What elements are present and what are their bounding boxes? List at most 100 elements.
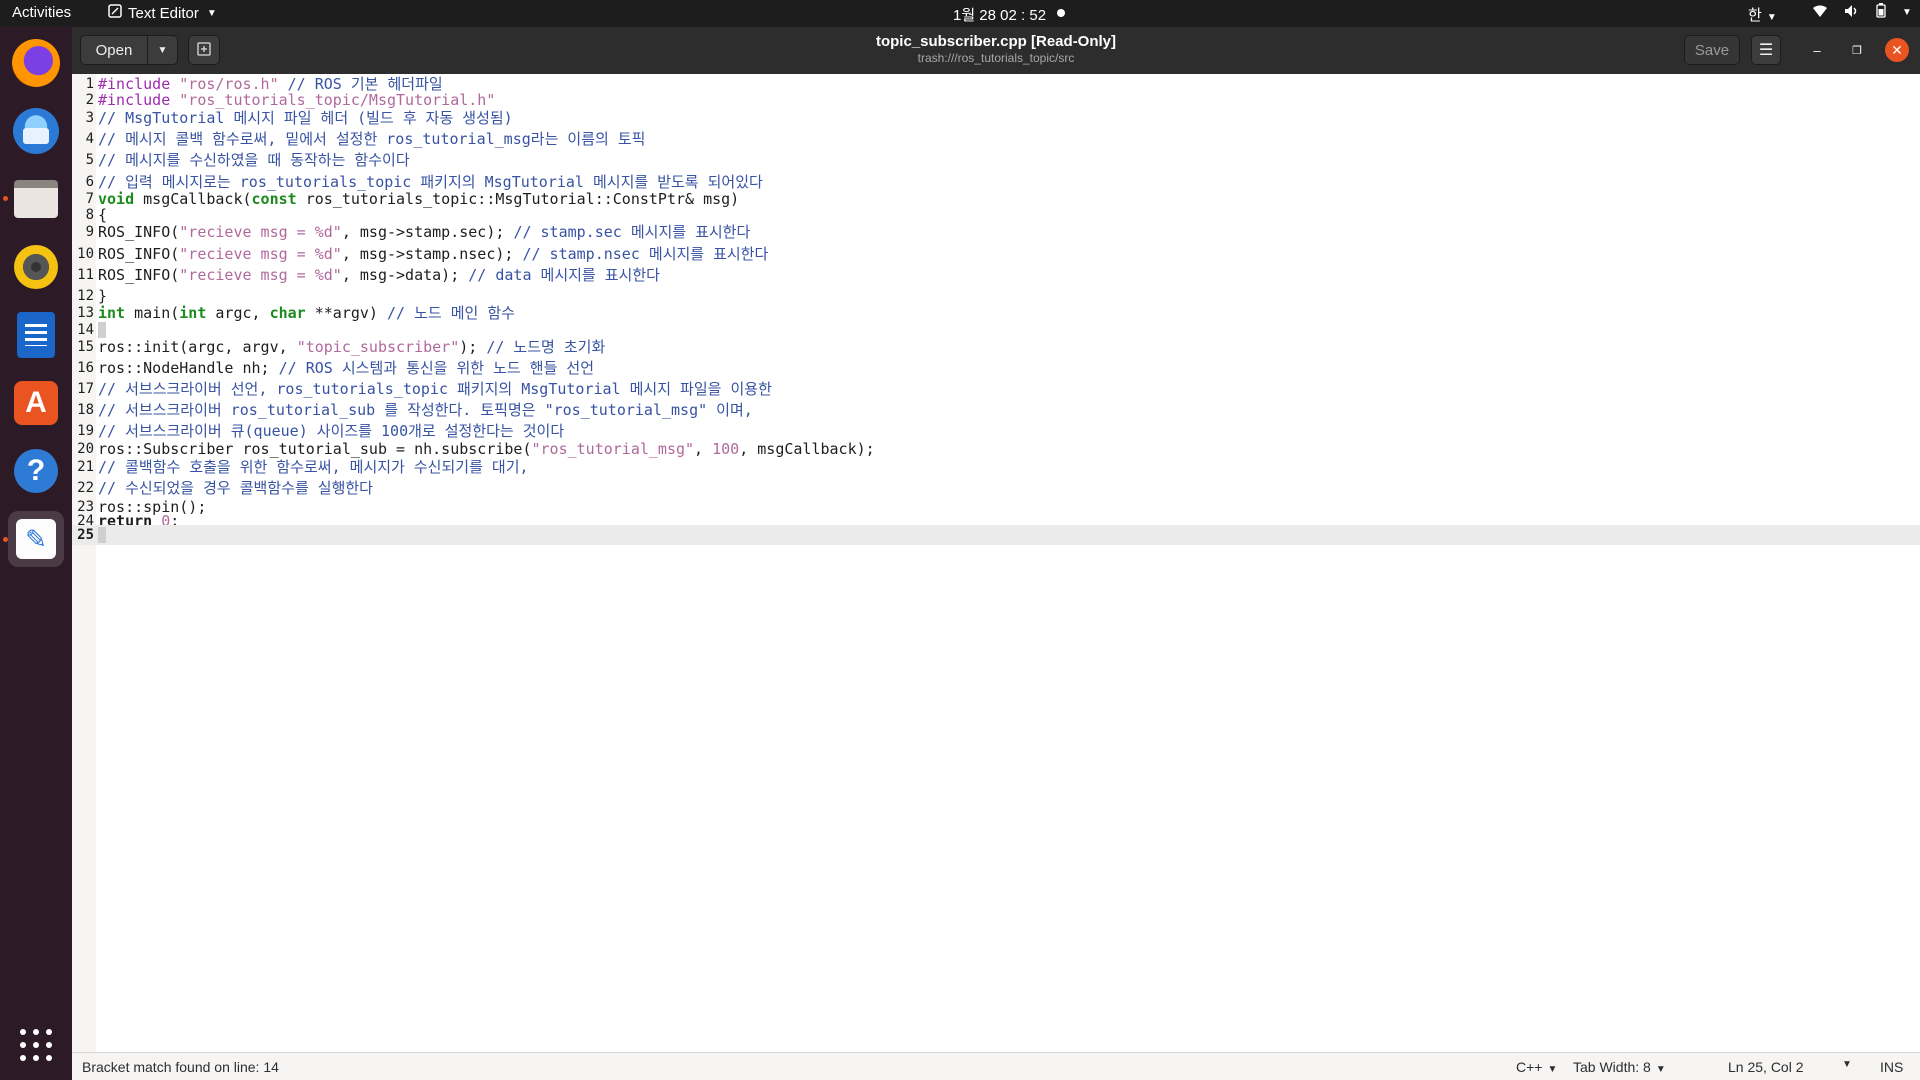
code-line[interactable]: 5// 메시지를 수신하였을 때 동작하는 함수이다: [72, 150, 1920, 170]
bracket-match-highlight: [98, 322, 106, 338]
line-number: 9: [85, 224, 94, 240]
chevron-down-icon: ▼: [1902, 6, 1912, 18]
battery-icon: [1876, 3, 1886, 21]
code-text: ros::init(argc, argv, "topic_subscriber"…: [98, 338, 606, 356]
code-line[interactable]: 10 ROS_INFO("recieve msg = %d", msg->stam…: [72, 244, 1920, 264]
code-text: // 서브스크라이버 큐(queue) 사이즈를 100개로 설정한다는 것이다: [98, 422, 565, 440]
line-number: 18: [77, 402, 94, 418]
code-line[interactable]: 17// 서브스크라이버 선언, ros_tutorials_topic 패키지…: [72, 379, 1920, 399]
document-title: topic_subscriber.cpp [Read-Only]: [875, 33, 1117, 50]
input-method-label: 한: [1748, 7, 1762, 24]
code-line[interactable]: 15 ros::init(argc, argv, "topic_subscribe…: [72, 337, 1920, 357]
show-applications-icon[interactable]: [20, 1029, 52, 1061]
cursor-position[interactable]: Ln 25, Col 2: [1728, 1059, 1804, 1075]
code-line[interactable]: 9 ROS_INFO("recieve msg = %d", msg->stamp…: [72, 222, 1920, 242]
line-number: 15: [77, 339, 94, 355]
line-number: 20: [77, 441, 94, 457]
language-selector[interactable]: C++ ▼: [1516, 1059, 1557, 1075]
top-bar: Activities Text Editor ▼ 1월 28 02 : 52 한…: [0, 0, 1920, 27]
save-button[interactable]: Save: [1684, 35, 1740, 65]
document-path: trash:///ros_tutorials_topic/src: [917, 51, 1075, 65]
chevron-down-icon: ▼: [1547, 1064, 1558, 1075]
chevron-down-icon[interactable]: ▼: [1842, 1059, 1852, 1070]
tab-width-label: Tab Width: 8: [1573, 1059, 1651, 1075]
code-text: #include "ros_tutorials_topic/MsgTutoria…: [98, 91, 496, 109]
restore-icon: ❐: [1852, 44, 1862, 57]
code-text: // 콜백함수 호출을 위한 함수로써, 메시지가 수신되기를 대기,: [98, 458, 529, 476]
code-line[interactable]: 18// 서브스크라이버 ros_tutorial_sub 를 작성한다. 토픽…: [72, 400, 1920, 420]
libreoffice-writer-icon: [17, 312, 55, 358]
status-message: Bracket match found on line: 14: [82, 1059, 279, 1075]
dock-item-thunderbird[interactable]: [8, 103, 64, 159]
code-text: // 메시지 콜백 함수로써, 밑에서 설정한 ros_tutorial_msg…: [98, 130, 646, 148]
dock: A ? ✎: [0, 27, 72, 1080]
system-tray[interactable]: ▼: [1812, 3, 1912, 21]
line-number: 2: [85, 92, 94, 108]
line-number: 22: [77, 480, 94, 496]
thunderbird-icon: [13, 108, 59, 154]
line-number: 17: [77, 381, 94, 397]
chevron-down-icon: ▼: [1766, 12, 1777, 23]
title-block: topic_subscriber.cpp [Read-Only] trash:/…: [72, 33, 1920, 65]
wifi-icon: [1812, 4, 1828, 21]
line-number: 19: [77, 423, 94, 439]
firefox-icon: [12, 39, 60, 87]
text-editor-area[interactable]: 1 #include "ros/ros.h" // ROS 기본 헤더파일 2 #in…: [72, 74, 1920, 1052]
line-number: 25: [77, 527, 94, 543]
dock-item-help[interactable]: ?: [8, 443, 64, 499]
text-editor-app-icon: [108, 4, 122, 22]
code-text: ros::NodeHandle nh; // ROS 시스템과 통신을 위한 노…: [98, 359, 594, 377]
line-number: 3: [85, 110, 94, 126]
close-button[interactable]: ✕: [1885, 38, 1909, 62]
clock[interactable]: 1월 28 02 : 52: [953, 4, 1046, 25]
app-menu[interactable]: Text Editor ▼: [108, 4, 217, 22]
code-line[interactable]: 22// 수신되었을 경우 콜백함수를 실행한다: [72, 478, 1920, 498]
ubuntu-software-icon: A: [14, 381, 58, 425]
code-text: // 서브스크라이버 선언, ros_tutorials_topic 패키지의 …: [98, 380, 772, 398]
hamburger-icon: ☰: [1758, 42, 1774, 59]
code-text: // MsgTutorial 메시지 파일 헤더 (빌드 후 자동 생성됨): [98, 109, 513, 127]
dock-item-writer[interactable]: [8, 307, 64, 363]
dock-item-files[interactable]: [8, 171, 64, 227]
close-icon: ✕: [1891, 41, 1903, 58]
dock-item-rhythmbox[interactable]: [8, 239, 64, 295]
volume-icon: [1844, 4, 1860, 21]
text-editor-icon: ✎: [16, 519, 56, 559]
chevron-down-icon: ▼: [206, 7, 217, 19]
dock-item-software[interactable]: A: [8, 375, 64, 431]
code-line[interactable]: 16 ros::NodeHandle nh; // ROS 시스템과 통신을 위한…: [72, 358, 1920, 378]
code-text: [98, 525, 106, 545]
line-number: 10: [77, 246, 94, 262]
help-icon: ?: [14, 449, 58, 493]
line-number: 4: [85, 131, 94, 147]
input-method-indicator[interactable]: 한 ▼: [1748, 4, 1777, 25]
line-number: 5: [85, 152, 94, 168]
code-line[interactable]: 2 #include "ros_tutorials_topic/MsgTutori…: [72, 90, 1920, 110]
dock-item-text-editor[interactable]: ✎: [8, 511, 64, 567]
minimize-icon: –: [1813, 42, 1821, 58]
activities-button[interactable]: Activities: [12, 4, 71, 21]
language-label: C++: [1516, 1059, 1543, 1075]
code-text: // 메시지를 수신하였을 때 동작하는 함수이다: [98, 151, 410, 169]
code-line[interactable]: 3// MsgTutorial 메시지 파일 헤더 (빌드 후 자동 생성됨): [72, 108, 1920, 128]
minimize-button[interactable]: –: [1805, 38, 1829, 62]
code-line[interactable]: 21// 콜백함수 호출을 위한 함수로써, 메시지가 수신되기를 대기,: [72, 457, 1920, 477]
insert-mode-indicator[interactable]: INS: [1880, 1059, 1903, 1075]
line-number: 11: [77, 267, 94, 283]
maximize-button[interactable]: ❐: [1845, 38, 1869, 62]
code-line[interactable]: 11 ROS_INFO("recieve msg = %d", msg->data…: [72, 265, 1920, 285]
chevron-down-icon: ▼: [1655, 1064, 1666, 1075]
header-bar: Open ▼ topic_subscriber.cpp [Read-Only] …: [72, 27, 1920, 74]
line-number: 21: [77, 459, 94, 475]
code-line[interactable]: 4// 메시지 콜백 함수로써, 밑에서 설정한 ros_tutorial_ms…: [72, 129, 1920, 149]
line-number: 16: [77, 360, 94, 376]
code-line[interactable]: 20 ros::Subscriber ros_tutorial_sub = nh.…: [72, 439, 1920, 459]
code-line[interactable]: 19// 서브스크라이버 큐(queue) 사이즈를 100개로 설정한다는 것…: [72, 421, 1920, 441]
hamburger-menu-button[interactable]: ☰: [1751, 35, 1781, 65]
tab-width-selector[interactable]: Tab Width: 8 ▼: [1573, 1059, 1666, 1075]
dock-item-firefox[interactable]: [8, 35, 64, 91]
code-text: ros::Subscriber ros_tutorial_sub = nh.su…: [98, 440, 875, 458]
rhythmbox-icon: [14, 245, 58, 289]
status-bar: Bracket match found on line: 14 C++ ▼ Tab…: [72, 1052, 1920, 1080]
code-line[interactable]: 25: [72, 525, 1920, 545]
